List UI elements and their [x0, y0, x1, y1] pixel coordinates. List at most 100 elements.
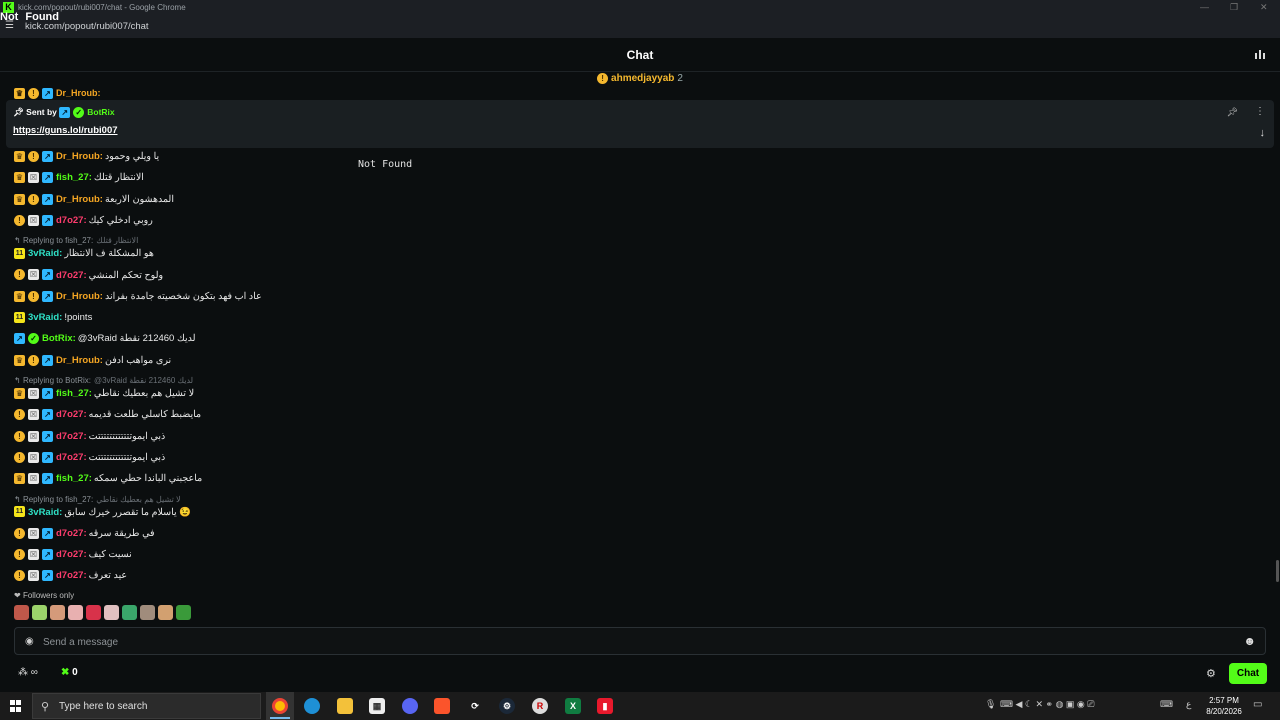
emote-8[interactable] — [140, 605, 155, 620]
emote-9[interactable] — [158, 605, 173, 620]
rockstar-icon[interactable]: R — [532, 698, 548, 714]
message-username[interactable]: d7o27: — [56, 528, 87, 539]
chat-message[interactable]: ! ☒ ↗ d7o27: عيد تعرف — [14, 569, 127, 585]
notification-icon[interactable]: ▭ — [1253, 699, 1262, 710]
sync-icon[interactable]: ⟳ — [467, 698, 483, 714]
message-username[interactable]: d7o27: — [56, 215, 87, 226]
store-icon[interactable]: ▦ — [369, 698, 385, 714]
arrow-badge-icon: ↗ — [59, 107, 71, 119]
chat-message[interactable]: ! ☒ ↗ d7o27: روبي ادخلي كيك — [14, 214, 153, 230]
message-username[interactable]: 3vRaid: — [28, 312, 62, 323]
restore-icon[interactable]: ❐ — [1230, 2, 1238, 13]
pinned-bot-name[interactable]: BotRix — [87, 107, 114, 117]
close-icon[interactable]: ✕ — [1260, 2, 1268, 13]
message-username[interactable]: 3vRaid: — [28, 248, 62, 259]
more-options-icon[interactable]: ⋮ — [1255, 106, 1265, 117]
chat-message[interactable]: ♛ ☒ ↗ fish_27: الانتظار قتلك — [14, 171, 144, 187]
message-username[interactable]: 3vRaid: — [28, 507, 62, 518]
message-username[interactable]: d7o27: — [56, 270, 87, 281]
minimize-icon[interactable]: — — [1200, 2, 1209, 12]
emoji-icon[interactable]: ☻ — [1243, 634, 1256, 648]
expand-down-icon[interactable]: ↓ — [1260, 127, 1266, 139]
reply-indicator[interactable]: ↰ Replying to BotRix: @3vRaid لديك 212460… — [14, 376, 193, 386]
tray-icons[interactable]: ⌨ ◀ ☾ ✕ ⚭ ◍ ▣ ◉ ⎚ — [1000, 699, 1094, 710]
pinned-sent-by: 📌︎ Sent by ↗ ✓ BotRix — [13, 107, 115, 119]
chat-message[interactable]: 11 3vRaid: !points — [14, 311, 92, 327]
reply-indicator[interactable]: ↰ Replying to fish_27: الانتظار قتلك — [14, 236, 138, 246]
followers-only-label: Followers only — [22, 591, 75, 600]
message-input-box[interactable]: ◉ ☻ — [14, 627, 1266, 655]
emote-6[interactable] — [104, 605, 119, 620]
message-username[interactable]: Dr_Hroub: — [56, 355, 103, 366]
clock[interactable]: 2:57 PM 8/20/2026 — [1200, 695, 1248, 717]
clock-time: 2:57 PM — [1209, 696, 1239, 705]
top-gifter[interactable]: ! ahmedjayyab 2 — [0, 73, 1280, 93]
message-username[interactable]: fish_27: — [56, 172, 92, 183]
reply-target: Replying to fish_27: — [22, 494, 94, 504]
arrow-badge-icon: ↗ — [14, 333, 25, 345]
reply-arrow-icon: ↰ — [14, 376, 23, 385]
message-username[interactable]: BotRix: — [42, 333, 76, 344]
points-display[interactable]: ✖ 0 — [61, 667, 78, 678]
excel-icon[interactable]: X — [565, 698, 581, 714]
chat-message[interactable]: ! ☒ ↗ d7o27: ذبي ايموتتتتتتتتتتتتت — [14, 451, 165, 467]
chat-message[interactable]: ! ☒ ↗ d7o27: نسيت كيف — [14, 548, 132, 564]
chat-message[interactable]: ♛! ↗ Dr_Hroub: نرى مواهب ادفن — [14, 354, 171, 370]
message-username[interactable]: d7o27: — [56, 570, 87, 581]
emote-3[interactable] — [50, 605, 65, 620]
chat-message[interactable]: ! ☒ ↗ d7o27: ولوح تحكم المنشي — [14, 269, 163, 285]
message-username[interactable]: d7o27: — [56, 452, 87, 463]
taskbar-search[interactable]: ⚲ Type here to search — [32, 693, 261, 719]
message-username[interactable]: Dr_Hroub: — [56, 291, 103, 302]
brave-icon[interactable] — [434, 698, 450, 714]
pin-icon[interactable]: 📌︎ — [1227, 107, 1238, 118]
pinned-link[interactable]: https://guns.lol/rubi007 — [13, 125, 118, 136]
chat-send-button[interactable]: Chat — [1229, 663, 1267, 684]
message-username[interactable]: fish_27: — [56, 473, 92, 484]
chat-message[interactable]: ♛! ↗ Dr_Hroub: عاد اب فهد بتكون شخصيته جامد… — [14, 290, 262, 306]
chat-message[interactable]: ! ☒ ↗ d7o27: ذبي ايموتتتتتتتتتتتتت — [14, 430, 165, 446]
settings-gear-icon[interactable]: ⚙ — [1206, 667, 1216, 680]
language-indicator[interactable]: ع — [1186, 699, 1191, 710]
windows-start-icon[interactable] — [10, 700, 22, 712]
scrollbar[interactable] — [1276, 560, 1279, 582]
message-username[interactable]: fish_27: — [56, 388, 92, 399]
message-username[interactable]: d7o27: — [56, 409, 87, 420]
chat-message[interactable]: ♛ ☒ ↗ fish_27: لا تشيل هم بعطيك نقاطي — [14, 387, 194, 403]
chat-message[interactable]: ↗ ✓ BotRix: @3vRaid لديك 212460 نقطة — [14, 332, 196, 348]
chat-message[interactable]: 11 3vRaid: هو المشكلة ف الانتظار — [14, 247, 154, 263]
crown-badge-icon: ♛ — [14, 172, 25, 184]
message-username[interactable]: Dr_Hroub: — [56, 194, 103, 205]
reply-arrow-icon: ↰ — [14, 236, 23, 246]
chat-message[interactable]: ♛! ↗ Dr_Hroub: يا ويلي وحمود — [14, 150, 159, 166]
emote-2[interactable] — [32, 605, 47, 620]
edge-icon[interactable] — [304, 698, 320, 714]
chat-message[interactable]: ♛! ↗ Dr_Hroub: المدهشون الاربعة — [14, 193, 174, 209]
emote-10[interactable] — [176, 605, 191, 620]
users-icon[interactable] — [1254, 49, 1266, 61]
message-username[interactable]: Dr_Hroub: — [56, 151, 103, 162]
chat-message[interactable]: ! ☒ ↗ d7o27: مايضبط كاسلي طلعت قديمه — [14, 408, 201, 424]
emote-7[interactable] — [122, 605, 137, 620]
pinned-message[interactable]: 📌︎ Sent by ↗ ✓ BotRix https://guns.lol/rub… — [6, 100, 1274, 148]
message-username[interactable]: d7o27: — [56, 549, 87, 560]
arrow-badge-icon: ↗ — [42, 473, 53, 485]
reply-indicator[interactable]: ↰ Replying to fish_27: لا تشيل هم بعطيك ن… — [14, 495, 181, 505]
loyalty-points-icon[interactable]: ⁂ ∞ — [18, 667, 38, 678]
chat-message[interactable]: ♛ ☒ ↗ fish_27: ماعجبني الباندا حطي سمكه — [14, 472, 202, 488]
media-app-icon[interactable]: ▮ — [597, 698, 613, 714]
emote-4[interactable] — [68, 605, 83, 620]
discord-icon[interactable] — [402, 698, 418, 714]
chat-message[interactable]: 11 3vRaid: ياسلام ما تقصرر خيرك سابق 😉 — [14, 506, 191, 522]
chat-message[interactable]: ! ☒ ↗ d7o27: في طريقة سرقه — [14, 527, 155, 543]
keyboard-icon[interactable]: ⌨ — [1160, 699, 1173, 710]
box-badge-icon: ☒ — [28, 570, 39, 582]
steam-icon[interactable]: ⚙ — [499, 698, 515, 714]
file-explorer-icon[interactable] — [337, 698, 353, 714]
message-input[interactable] — [43, 634, 1223, 650]
microphone-icon[interactable]: 🎙︎ — [985, 699, 996, 710]
emote-1[interactable] — [14, 605, 29, 620]
emote-5[interactable] — [86, 605, 101, 620]
chrome-icon[interactable] — [272, 698, 288, 714]
message-username[interactable]: d7o27: — [56, 431, 87, 442]
